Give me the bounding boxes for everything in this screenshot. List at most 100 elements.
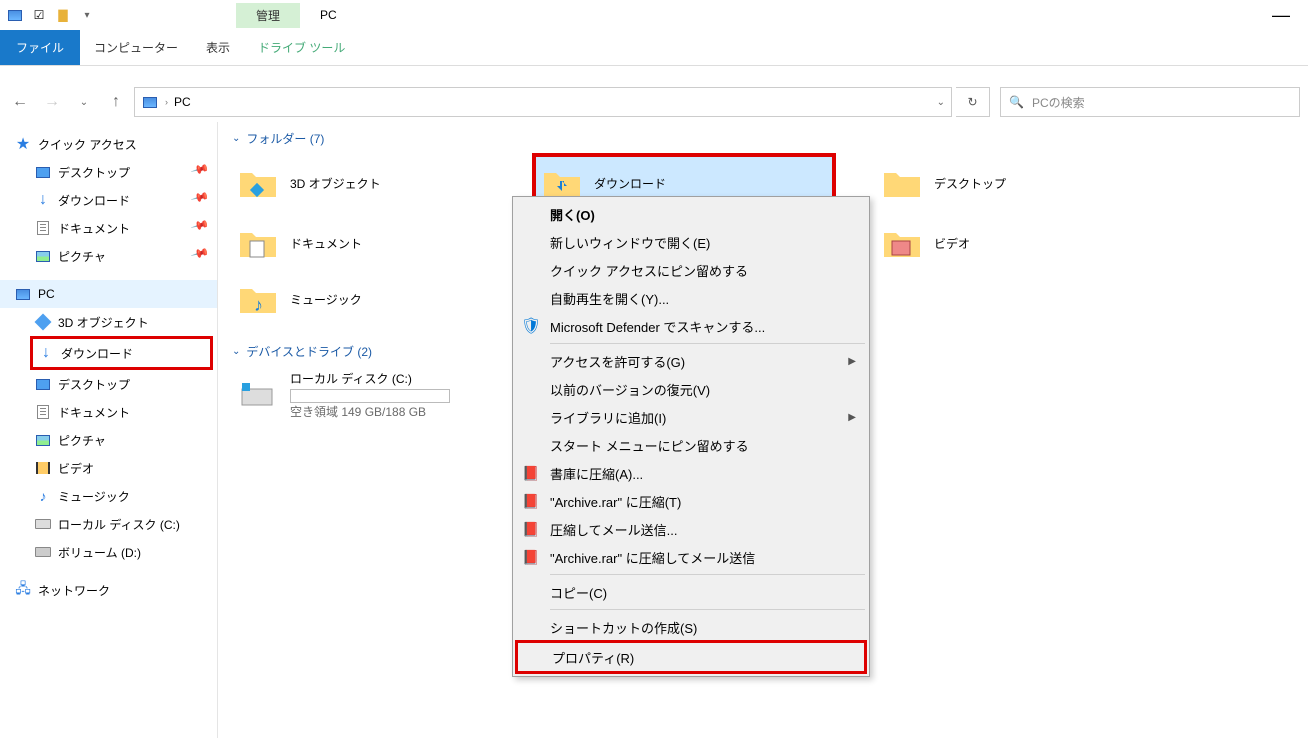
sidebar-qa-desktop[interactable]: デスクトップ 📌 [0, 158, 217, 186]
sidebar-item-label: PC [38, 287, 55, 301]
tab-file[interactable]: ファイル [0, 30, 80, 65]
tab-view[interactable]: 表示 [192, 30, 244, 65]
pin-icon: 📌 [190, 244, 218, 269]
menu-open[interactable]: 開く(O) [516, 200, 866, 228]
sidebar-pc-documents[interactable]: ドキュメント [0, 398, 217, 426]
sidebar-pc-3d[interactable]: 3D オブジェクト [0, 308, 217, 336]
drive-usage-bar [290, 389, 450, 403]
cube-icon [34, 313, 52, 331]
menu-separator [550, 343, 865, 344]
nav-up-button[interactable]: ↑ [102, 88, 130, 116]
qat-dropdown-icon[interactable]: ▾ [78, 6, 96, 24]
tab-computer[interactable]: コンピューター [80, 30, 192, 65]
menu-open-new-window[interactable]: 新しいウィンドウで開く(E) [516, 228, 866, 256]
sidebar-item-label: ネットワーク [38, 582, 110, 599]
ribbon-tabs: ファイル コンピューター 表示 ドライブ ツール [0, 30, 1308, 66]
folder-videos[interactable]: ビデオ [876, 217, 1056, 269]
menu-add-to-archive[interactable]: 📕 書庫に圧縮(A)... [516, 459, 866, 487]
sidebar-pc-music[interactable]: ♪ ミュージック [0, 482, 217, 510]
folder-music[interactable]: ♪ ミュージック [232, 273, 492, 325]
folder-icon [236, 221, 280, 265]
qat-properties-icon[interactable]: ☑ [30, 6, 48, 24]
address-bar[interactable]: › PC ⌄ [134, 87, 952, 117]
document-icon [34, 403, 52, 421]
annotation-highlight-sidebar-downloads: ↓ ダウンロード [30, 336, 213, 370]
sidebar-item-label: ダウンロード [58, 192, 130, 209]
refresh-button[interactable]: ↻ [956, 87, 990, 117]
search-input[interactable]: 🔍 PCの検索 [1000, 87, 1300, 117]
sidebar-item-label: 3D オブジェクト [58, 314, 149, 331]
quick-access-toolbar: ☑ ▇ ▾ [0, 6, 96, 24]
folder-3d-objects[interactable]: 3D オブジェクト [232, 153, 492, 213]
item-label: 3D オブジェクト [290, 175, 381, 192]
sidebar-pc-downloads[interactable]: ↓ ダウンロード [33, 339, 210, 367]
window-title: PC [300, 8, 337, 22]
menu-autoplay[interactable]: 自動再生を開く(Y)... [516, 284, 866, 312]
sidebar-pc-videos[interactable]: ビデオ [0, 454, 217, 482]
sidebar-qa-pictures[interactable]: ピクチャ 📌 [0, 242, 217, 270]
menu-separator [550, 609, 865, 610]
rar-icon: 📕 [522, 548, 540, 566]
tab-drive-tools[interactable]: ドライブ ツール [244, 30, 359, 65]
menu-include-library[interactable]: ライブラリに追加(I) ▶ [516, 403, 866, 431]
sidebar-pc-local-disk[interactable]: ローカル ディスク (C:) [0, 510, 217, 538]
menu-defender-scan[interactable]: 🛡 Microsoft Defender でスキャンする... [516, 312, 866, 340]
nav-forward-button[interactable]: → [38, 88, 66, 116]
sidebar-qa-documents[interactable]: ドキュメント 📌 [0, 214, 217, 242]
address-dropdown-icon[interactable]: ⌄ [937, 97, 945, 108]
picture-icon [34, 247, 52, 265]
group-header-folders[interactable]: ⌄ フォルダー (7) [232, 130, 1294, 147]
folder-desktop[interactable]: デスクトップ [876, 153, 1056, 213]
menu-compress-rar-email[interactable]: 📕 "Archive.rar" に圧縮してメール送信 [516, 543, 866, 571]
sidebar-quick-access[interactable]: ★ クイック アクセス [0, 130, 217, 158]
menu-give-access[interactable]: アクセスを許可する(G) ▶ [516, 347, 866, 375]
video-icon [34, 459, 52, 477]
context-menu: 開く(O) 新しいウィンドウで開く(E) クイック アクセスにピン留めする 自動… [512, 196, 870, 677]
search-icon: 🔍 [1009, 95, 1024, 109]
menu-properties[interactable]: プロパティ(R) [518, 643, 864, 671]
sidebar-item-label: デスクトップ [58, 376, 130, 393]
annotation-highlight-properties: プロパティ(R) [515, 640, 867, 674]
menu-pin-quick-access[interactable]: クイック アクセスにピン留めする [516, 256, 866, 284]
menu-copy[interactable]: コピー(C) [516, 578, 866, 606]
navigation-pane: ★ クイック アクセス デスクトップ 📌 ↓ ダウンロード 📌 ドキュメント 📌… [0, 122, 218, 738]
chevron-down-icon: ⌄ [232, 133, 240, 144]
qat-new-folder-icon[interactable]: ▇ [54, 6, 72, 24]
address-row: ← → ⌄ ↑ › PC ⌄ ↻ 🔍 PCの検索 [0, 82, 1308, 122]
svg-text:♪: ♪ [254, 295, 263, 315]
drive-local-disk-c[interactable]: ローカル ディスク (C:) 空き領域 149 GB/188 GB [232, 366, 512, 424]
chevron-down-icon: ⌄ [232, 346, 240, 357]
explorer-icon [6, 6, 24, 24]
nav-back-button[interactable]: ← [6, 88, 34, 116]
search-placeholder-text: PCの検索 [1032, 94, 1085, 111]
chevron-right-icon[interactable]: › [165, 97, 168, 107]
nav-history-dropdown[interactable]: ⌄ [70, 88, 98, 116]
menu-create-shortcut[interactable]: ショートカットの作成(S) [516, 613, 866, 641]
item-label: ダウンロード [594, 175, 666, 192]
sidebar-pc-desktop[interactable]: デスクトップ [0, 370, 217, 398]
desktop-icon [34, 163, 52, 181]
folder-documents[interactable]: ドキュメント [232, 217, 492, 269]
menu-compress-email[interactable]: 📕 圧縮してメール送信... [516, 515, 866, 543]
minimize-button[interactable]: — [1272, 10, 1308, 20]
sidebar-item-label: ミュージック [58, 488, 130, 505]
sidebar-item-label: ピクチャ [58, 248, 106, 265]
sidebar-pc-pictures[interactable]: ピクチャ [0, 426, 217, 454]
sidebar-item-label: デスクトップ [58, 164, 130, 181]
menu-pin-start[interactable]: スタート メニューにピン留めする [516, 431, 866, 459]
sidebar-pc-volume[interactable]: ボリューム (D:) [0, 538, 217, 566]
sidebar-pc[interactable]: PC [0, 280, 217, 308]
menu-separator [550, 574, 865, 575]
menu-restore-previous[interactable]: 以前のバージョンの復元(V) [516, 375, 866, 403]
contextual-tab-label: 管理 [236, 3, 300, 28]
sidebar-network[interactable]: 🖧 ネットワーク [0, 576, 217, 604]
network-icon: 🖧 [14, 581, 32, 599]
menu-compress-rar[interactable]: 📕 "Archive.rar" に圧縮(T) [516, 487, 866, 515]
sidebar-item-label: ダウンロード [61, 345, 133, 362]
drive-free-space: 空き領域 149 GB/188 GB [290, 403, 450, 420]
folder-icon [880, 221, 924, 265]
shield-icon: 🛡 [522, 317, 540, 335]
breadcrumb-pc[interactable]: PC [174, 95, 191, 109]
sidebar-qa-downloads[interactable]: ↓ ダウンロード 📌 [0, 186, 217, 214]
drive-name: ローカル ディスク (C:) [290, 370, 450, 387]
